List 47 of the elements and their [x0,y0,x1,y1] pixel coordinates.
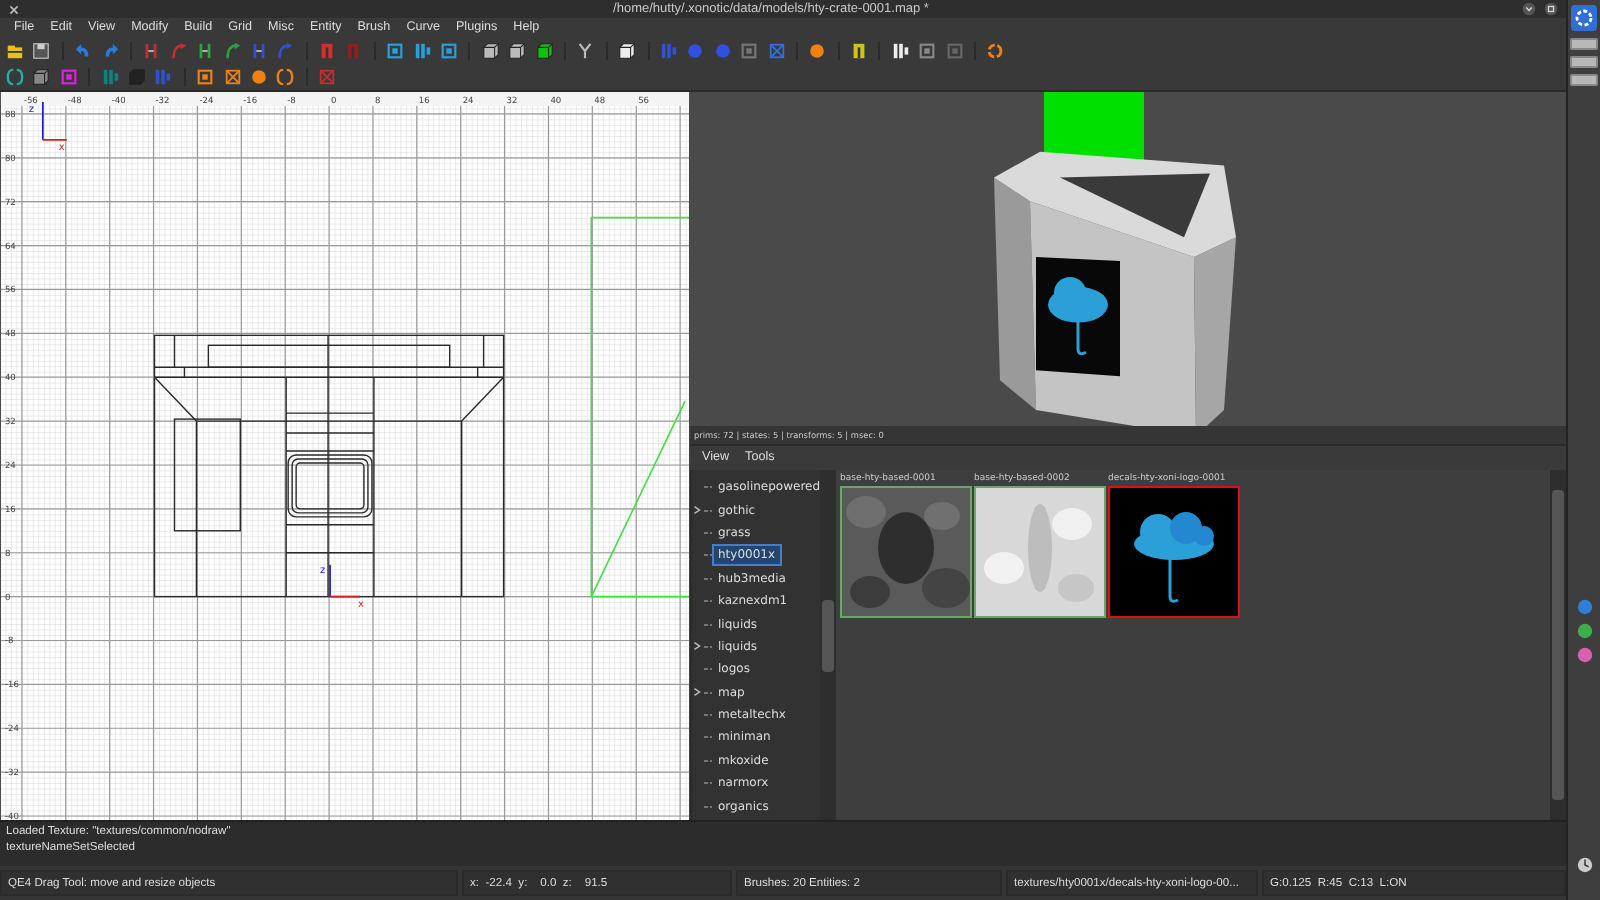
cube-icon[interactable] [618,42,637,60]
bars-icon[interactable] [891,42,910,60]
texture-tile[interactable] [974,486,1106,618]
brackets-icon[interactable] [6,68,24,86]
flip-icon[interactable] [196,42,215,60]
folder-icon[interactable] [6,42,24,60]
app-icon [8,3,20,15]
taskbar-button[interactable] [1570,56,1598,68]
undo-icon[interactable] [74,42,93,60]
square-icon[interactable] [59,68,78,86]
square-icon[interactable] [196,68,215,86]
square-icon[interactable] [440,42,459,60]
flip-icon[interactable] [249,42,268,60]
rotate-icon[interactable] [169,42,188,60]
redo-icon[interactable] [101,42,120,60]
square-icon[interactable] [740,42,759,60]
clock-icon[interactable] [1575,856,1593,874]
taskbar-button[interactable] [1570,74,1598,86]
flip-icon[interactable] [142,42,161,60]
circle-icon[interactable] [249,68,268,86]
axis-lines [41,101,68,141]
circle-icon[interactable] [1575,646,1593,664]
cube-icon[interactable] [481,42,500,60]
refresh-icon[interactable] [986,42,1005,60]
cube-icon[interactable] [508,42,527,60]
maximize-icon[interactable] [1544,2,1558,16]
brackets-icon[interactable] [276,68,295,86]
crossed-box-icon[interactable] [767,42,785,60]
crossed-box-icon[interactable] [223,68,242,86]
texture-tile[interactable] [1108,486,1240,618]
minimize-icon[interactable] [1522,2,1536,16]
square-icon[interactable] [918,42,937,60]
crossed-box-icon[interactable] [318,68,337,86]
block-icon[interactable] [850,42,869,60]
square-icon[interactable] [386,42,405,60]
scrollbar[interactable] [820,470,836,820]
launcher-icon[interactable] [1570,4,1598,32]
texture-tile[interactable] [840,486,972,618]
axis-lines [329,563,361,598]
circle-icon[interactable] [1575,622,1593,640]
circle-icon[interactable] [1575,598,1593,616]
square-icon[interactable] [945,42,964,60]
vertex-icon[interactable] [576,42,595,60]
scrollbar[interactable] [1550,470,1566,820]
cube-icon[interactable] [535,42,554,60]
circle-icon[interactable] [808,42,827,60]
rotate-icon[interactable] [223,42,242,60]
